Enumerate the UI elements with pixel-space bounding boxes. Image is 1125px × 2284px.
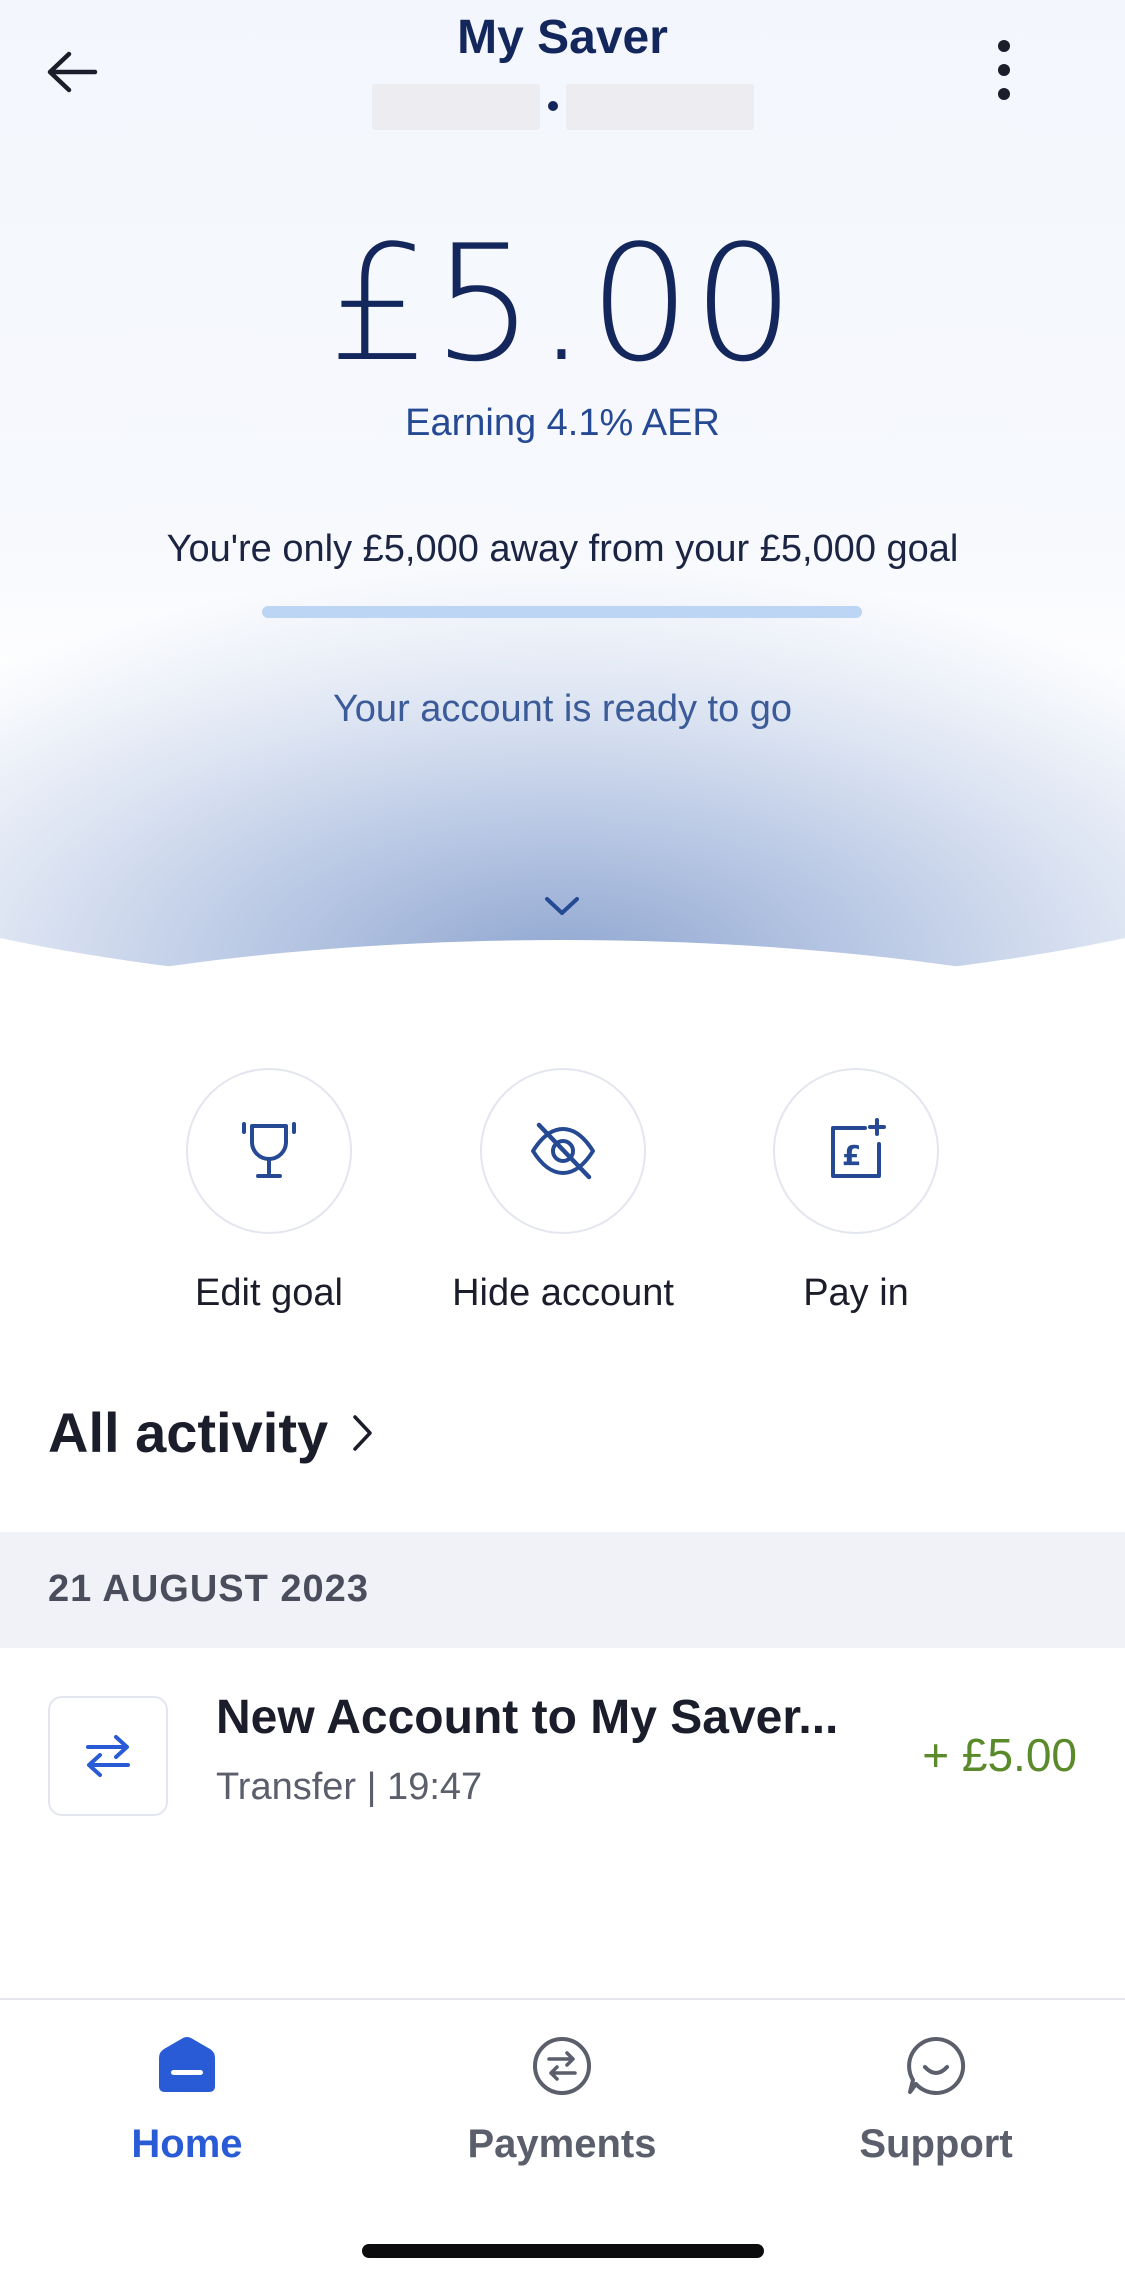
page-title: My Saver	[457, 11, 668, 64]
all-activity-title: All activity	[48, 1401, 329, 1464]
hide-account-label: Hide account	[452, 1272, 674, 1314]
trophy-icon	[242, 1122, 296, 1178]
goal-progress-bar	[262, 606, 862, 618]
payments-icon	[533, 2037, 591, 2095]
account-number-redacted	[372, 84, 540, 130]
top-bar: My Saver	[0, 0, 1125, 140]
tab-support[interactable]: Support	[806, 2030, 1066, 2167]
pay-in-label: Pay in	[803, 1272, 909, 1314]
account-status: Your account is ready to go	[332, 688, 793, 730]
balance-amount: £5.00	[328, 210, 797, 397]
svg-text:£: £	[842, 1139, 861, 1172]
tab-home[interactable]: Home	[57, 2030, 317, 2167]
edit-goal-button[interactable]: Edit goal	[149, 1068, 389, 1315]
all-activity-link[interactable]: All activity	[48, 1400, 376, 1465]
tab-support-label: Support	[859, 2122, 1013, 2166]
home-icon	[159, 2037, 215, 2092]
tab-payments-label: Payments	[467, 2122, 657, 2166]
chevron-right-icon	[353, 1414, 372, 1451]
interest-rate: Earning 4.1% AER	[405, 402, 720, 444]
date-label: 21 AUGUST 2023	[48, 1568, 369, 1610]
more-options-button[interactable]	[968, 30, 1040, 110]
tab-payments[interactable]: Payments	[432, 2030, 692, 2167]
balance-hero: My Saver £5.00 Earning 4.1% AER You're o…	[0, 0, 1125, 1000]
transaction-amount: + £5.00	[922, 1729, 1077, 1781]
hide-account-button[interactable]: Hide account	[443, 1068, 683, 1315]
transaction-meta: Transfer | 19:47	[216, 1766, 483, 1808]
support-icon	[907, 2036, 966, 2095]
pay-in-icon: £	[831, 1118, 886, 1178]
tab-home-label: Home	[131, 2122, 243, 2166]
expand-button[interactable]	[532, 876, 592, 936]
transaction-row[interactable]: New Account to My Saver... Transfer | 19…	[0, 1648, 1125, 1868]
home-indicator	[362, 2244, 764, 2258]
transfer-arrows-icon	[86, 1735, 130, 1777]
edit-goal-label: Edit goal	[195, 1272, 343, 1314]
date-section-header: 21 AUGUST 2023	[0, 1532, 1125, 1648]
transaction-icon-box	[48, 1696, 168, 1816]
bottom-tab-bar: Home Payments Support	[0, 1998, 1125, 2284]
transaction-name: New Account to My Saver...	[216, 1691, 839, 1744]
eye-off-icon	[531, 1122, 595, 1180]
goal-text: You're only £5,000 away from your £5,000…	[166, 528, 959, 570]
pay-in-button[interactable]: £ Pay in	[736, 1068, 976, 1315]
sort-code-redacted	[566, 84, 754, 130]
more-vertical-icon	[998, 40, 1010, 52]
chevron-down-icon	[545, 897, 579, 915]
